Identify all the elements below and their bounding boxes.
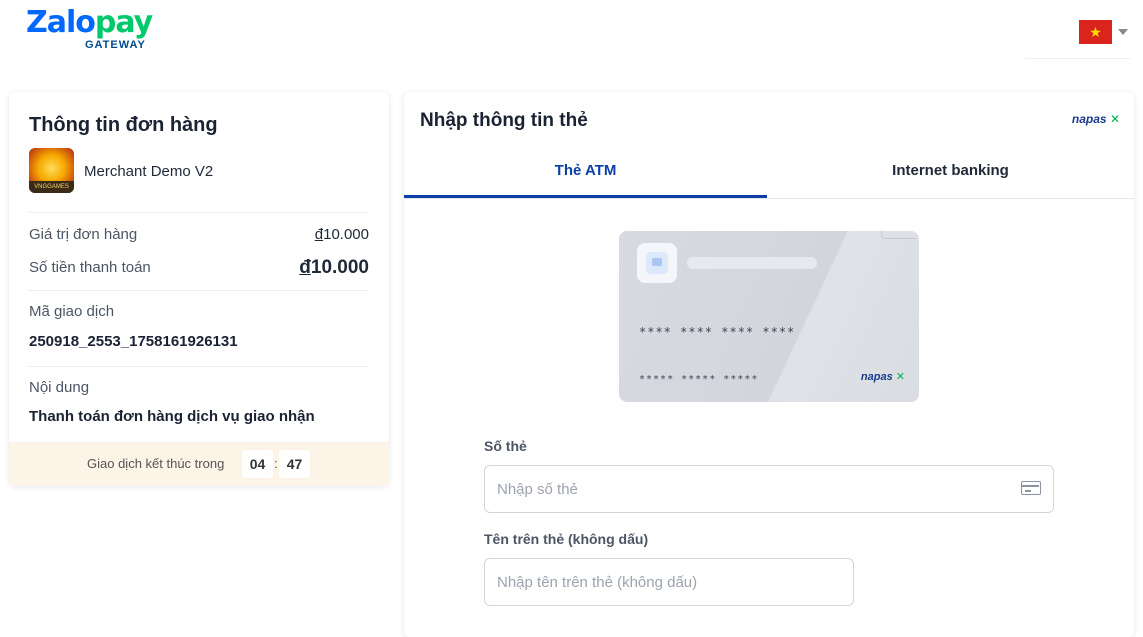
timer-minutes: 04	[242, 450, 273, 478]
order-info-card: Thông tin đơn hàng VNGGAMES Merchant Dem…	[9, 92, 389, 486]
image-placeholder-dot	[652, 258, 662, 266]
language-selector[interactable]: ★	[1079, 20, 1133, 44]
order-content: Thanh toán đơn hàng dịch vụ giao nhận	[29, 408, 315, 425]
card-name-mask: ***** ***** *****	[639, 374, 759, 385]
tab-atm-card[interactable]: Thẻ ATM	[404, 152, 767, 198]
tabs-divider	[404, 198, 1134, 199]
card-number-input[interactable]	[484, 465, 1054, 513]
bank-logo-placeholder	[637, 243, 677, 283]
card-preview: **** **** **** **** ***** ***** ***** na…	[619, 231, 919, 402]
credit-card-icon	[1021, 481, 1041, 495]
header: Zalopay GATEWAY ★	[0, 0, 1143, 70]
card-corner-decoration	[881, 231, 917, 239]
timer-label: Giao dịch kết thúc trong	[87, 456, 225, 471]
card-icon-line	[1025, 490, 1031, 492]
napas-card-logo-text: napas	[860, 371, 893, 383]
timer-separator: :	[274, 456, 278, 471]
logo-gateway-text: GATEWAY	[85, 39, 146, 51]
card-name-input[interactable]	[484, 558, 854, 606]
divider	[29, 290, 369, 291]
card-name-label: Tên trên thẻ (không dấu)	[484, 531, 649, 547]
merchant-logo: VNGGAMES	[29, 148, 74, 193]
currency-symbol: đ	[314, 226, 324, 243]
card-input-panel: Nhập thông tin thẻ napas ✕ Thẻ ATM Inter…	[404, 92, 1134, 637]
card-input-title: Nhập thông tin thẻ	[420, 110, 588, 131]
card-number-label: Số thẻ	[484, 438, 527, 454]
card-number-mask: **** **** **** ****	[639, 325, 796, 339]
logo-pay-text: pay	[94, 5, 153, 40]
order-value-label: Giá trị đơn hàng	[29, 226, 138, 243]
napas-card-mark-icon: ✕	[895, 371, 905, 383]
divider	[29, 212, 369, 213]
image-placeholder-icon	[646, 252, 668, 274]
payment-amount: đ10.000	[299, 257, 369, 279]
card-icon-stripe	[1022, 485, 1039, 487]
logo-wordmark: Zalopay	[26, 6, 166, 40]
tab-internet-banking[interactable]: Internet banking	[767, 152, 1134, 198]
logo-zalo-text: Zalo	[26, 5, 96, 40]
napas-logo: napas ✕	[1072, 112, 1120, 126]
header-divider	[1025, 58, 1130, 59]
divider	[29, 366, 369, 367]
order-value: đ10.000	[315, 226, 369, 243]
napas-logo-text: napas	[1071, 112, 1107, 126]
payment-amount-label: Số tiền thanh toán	[29, 259, 151, 276]
merchant-logo-text: VNGGAMES	[29, 181, 74, 193]
merchant-name: Merchant Demo V2	[84, 163, 214, 180]
chevron-down-icon	[1118, 29, 1128, 35]
countdown-timer: Giao dịch kết thúc trong 04 : 47	[9, 442, 389, 486]
order-info-title: Thông tin đơn hàng	[29, 114, 218, 136]
payment-amount-value: 10.000	[310, 257, 369, 278]
flag-star-icon: ★	[1089, 24, 1102, 40]
transaction-id: 250918_2553_1758161926131	[29, 333, 238, 350]
bank-name-placeholder	[687, 257, 817, 269]
transaction-id-label: Mã giao dịch	[29, 303, 115, 320]
timer-seconds: 47	[279, 450, 310, 478]
zalopay-logo: Zalopay GATEWAY	[26, 6, 166, 56]
content-label: Nội dung	[29, 379, 90, 396]
napas-mark-icon: ✕	[1109, 112, 1120, 126]
currency-symbol: đ	[299, 257, 311, 278]
napas-card-logo: napas ✕	[861, 370, 905, 383]
order-value-amount: 10.000	[323, 226, 369, 243]
